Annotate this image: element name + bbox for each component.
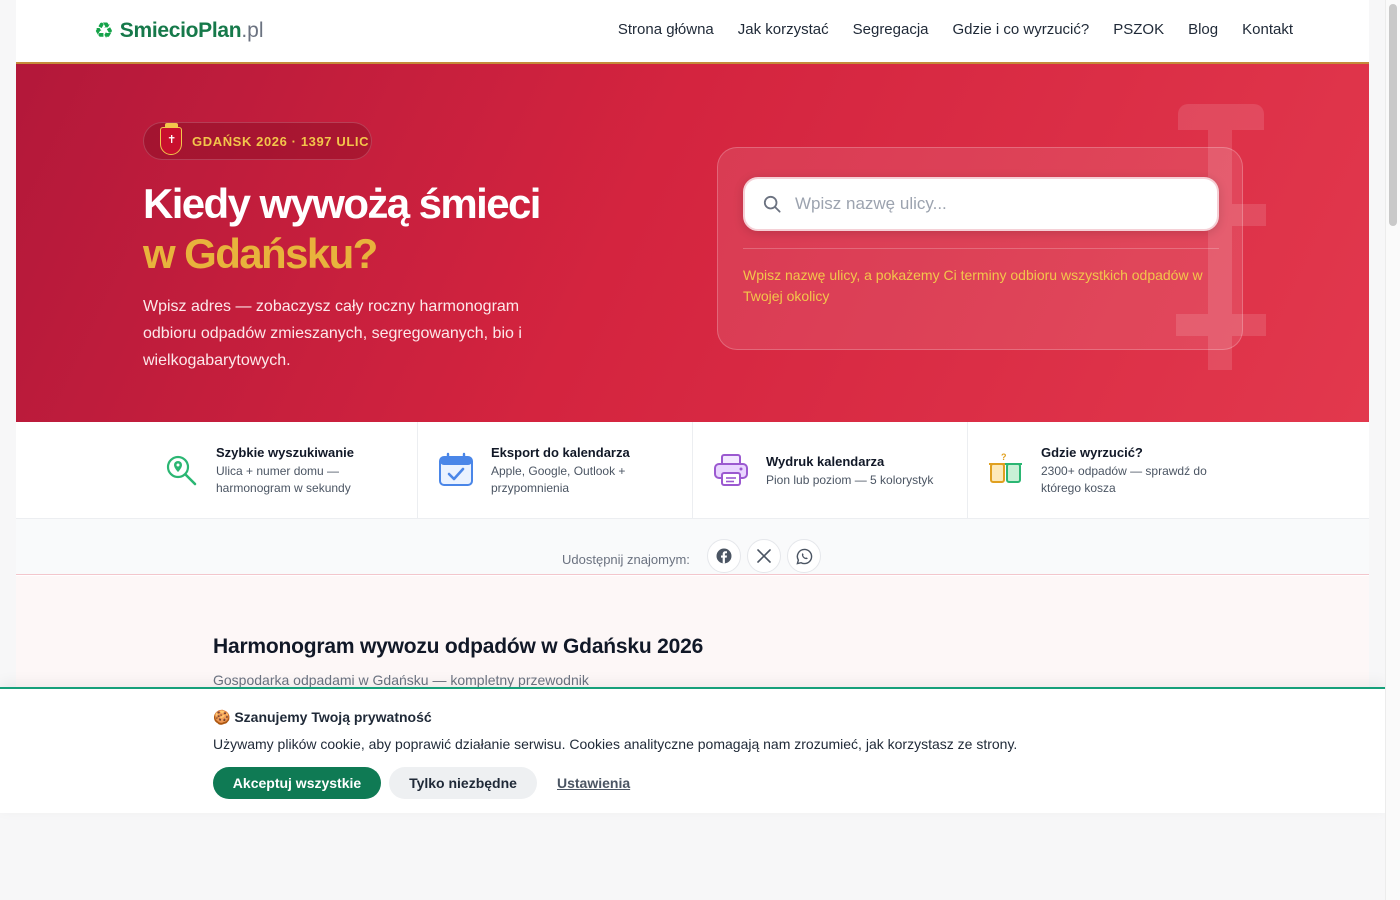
- share-bar: Udostępnij znajomym:: [16, 519, 1369, 575]
- scrollbar-thumb[interactable]: [1389, 4, 1397, 226]
- share-facebook-button[interactable]: [707, 539, 741, 573]
- gdansk-coat-of-arms-icon: [160, 123, 182, 155]
- nav-item-where-to-throw[interactable]: Gdzie i co wyrzucić?: [953, 21, 1090, 38]
- street-search-input[interactable]: [795, 189, 1205, 219]
- nav-item-pszok[interactable]: PSZOK: [1113, 21, 1164, 38]
- printer-icon: [714, 454, 748, 486]
- nav-item-segregation[interactable]: Segregacja: [853, 21, 929, 38]
- site-header: ♻ SmiecioPlan.pl Strona główna Jak korzy…: [16, 0, 1369, 62]
- section-subheading: Gospodarka odpadami w Gdańsku — kompletn…: [213, 672, 589, 688]
- feature-separator: [417, 422, 418, 518]
- facebook-icon: [716, 548, 732, 564]
- share-whatsapp-button[interactable]: [787, 539, 821, 573]
- city-badge-label: GDAŃSK 2026 · 1397 ULIC: [192, 133, 370, 149]
- cookie-title-text: Szanujemy Twoją prywatność: [234, 709, 432, 725]
- hero-lead: Wpisz adres — zobaczysz cały roczny harm…: [143, 298, 522, 369]
- feature-separator: [967, 422, 968, 518]
- hero-title-line2: w Gdańsku?: [143, 230, 378, 277]
- whatsapp-icon: [795, 548, 812, 565]
- hero-title-line1: Kiedy wywożą śmieci: [143, 180, 541, 227]
- nav-item-blog[interactable]: Blog: [1188, 21, 1218, 38]
- feature-quick-search: Szybkie wyszukiwanie Ulica + numer domu …: [163, 422, 413, 518]
- feature-desc-line: przypomnienia: [491, 481, 570, 495]
- section-heading: Harmonogram wywozu odpadów w Gdańsku 202…: [213, 635, 704, 658]
- logo-tld: .pl: [241, 19, 264, 42]
- feature-desc-line: Ulica + numer domu —: [216, 464, 340, 478]
- nav-item-contact[interactable]: Kontakt: [1242, 21, 1293, 38]
- cookie-banner: 🍪 Szanujemy Twoją prywatność Używamy pli…: [0, 687, 1386, 813]
- cookie-text: Używamy plików cookie, aby poprawić dzia…: [213, 736, 1018, 752]
- feature-desc-line: harmonogram w sekundy: [216, 481, 351, 495]
- site-logo[interactable]: ♻ SmiecioPlan.pl: [94, 16, 264, 46]
- feature-desc-line: którego kosza: [1041, 481, 1116, 495]
- feature-where-to-throw: ? Gdzie wyrzucić? 2300+ odpadów — sprawd…: [988, 422, 1248, 518]
- feature-print-calendar: Wydruk kalendarza Pion lub poziom — 5 ko…: [713, 422, 963, 518]
- feature-title: Szybkie wyszukiwanie: [216, 445, 355, 460]
- nav-item-home[interactable]: Strona główna: [618, 21, 714, 38]
- cookie-icon: 🍪: [213, 709, 231, 725]
- nav-item-how-to-use[interactable]: Jak korzystać: [738, 21, 829, 38]
- svg-text:?: ?: [1001, 452, 1007, 462]
- cookie-settings-link[interactable]: Ustawienia: [557, 775, 630, 791]
- hero-section: GDAŃSK 2026 · 1397 ULIC Kiedy wywożą śmi…: [16, 62, 1369, 422]
- features-strip: Szybkie wyszukiwanie Ulica + numer domu …: [16, 422, 1369, 519]
- logo-brand: SmiecioPlan: [119, 19, 242, 42]
- share-x-button[interactable]: [747, 539, 781, 573]
- share-label: Udostępnij znajomym:: [562, 552, 690, 567]
- main-nav: Strona główna Jak korzystać Segregacja G…: [618, 21, 1293, 38]
- feature-separator: [692, 422, 693, 518]
- bins-question-icon: ?: [989, 452, 1022, 483]
- feature-title: Gdzie wyrzucić?: [1041, 445, 1143, 460]
- feature-desc-line: 2300+ odpadów — sprawdź do: [1041, 464, 1207, 478]
- hero-title: Kiedy wywożą śmieci w Gdańsku?: [143, 179, 663, 279]
- feature-calendar-export: Eksport do kalendarza Apple, Google, Out…: [438, 422, 688, 518]
- search-icon: [763, 195, 781, 213]
- calendar-check-icon: [439, 452, 473, 486]
- street-search-card: Wpisz nazwę ulicy, a pokażemy Ci terminy…: [717, 147, 1243, 350]
- feature-title: Eksport do kalendarza: [491, 445, 630, 460]
- accept-all-cookies-button[interactable]: Akceptuj wszystkie: [213, 767, 381, 799]
- page-scrollbar[interactable]: [1385, 0, 1400, 900]
- cookie-title: 🍪 Szanujemy Twoją prywatność: [213, 709, 432, 726]
- map-pin-search-icon: [166, 455, 197, 486]
- city-badge: GDAŃSK 2026 · 1397 ULIC: [143, 122, 372, 160]
- feature-desc-line: Apple, Google, Outlook +: [491, 464, 626, 478]
- feature-desc-line: Pion lub poziom — 5 kolorystyk: [766, 473, 934, 487]
- street-search-box[interactable]: [743, 177, 1219, 231]
- recycle-icon: ♻: [94, 18, 114, 43]
- search-divider: [743, 248, 1219, 249]
- feature-title: Wydruk kalendarza: [766, 454, 885, 469]
- essential-cookies-only-button[interactable]: Tylko niezbędne: [389, 767, 537, 799]
- x-icon: [757, 549, 771, 563]
- search-hint: Wpisz nazwę ulicy, a pokażemy Ci terminy…: [743, 267, 1203, 304]
